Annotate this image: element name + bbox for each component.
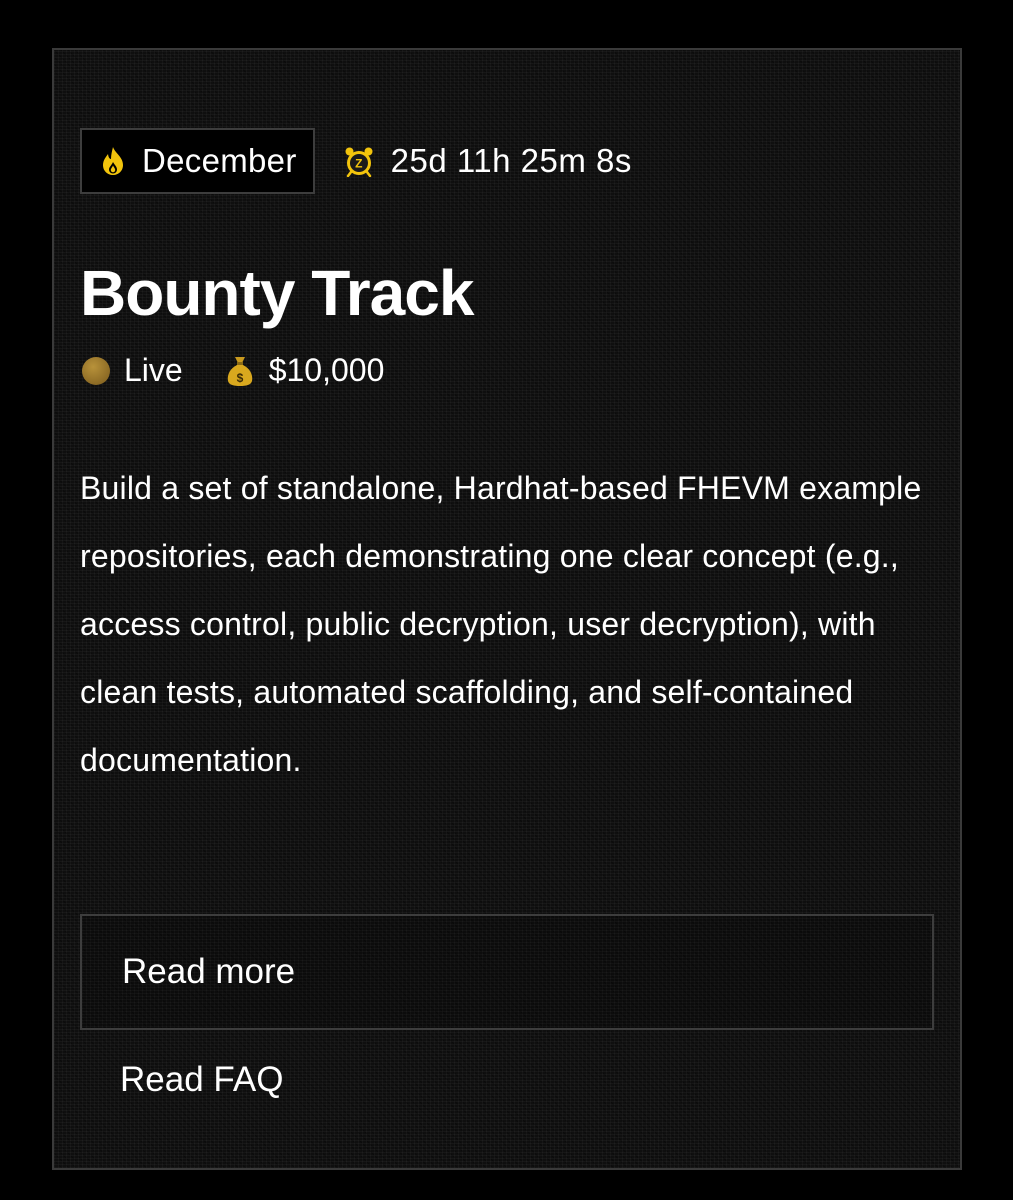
read-faq-label: Read FAQ	[120, 1060, 284, 1099]
status-row: Live $ $10,000	[82, 352, 384, 389]
countdown: Z 25d 11h 25m 8s	[343, 142, 632, 180]
bounty-card: December Z 25d 11h 25m 8s Bounty Track L…	[52, 48, 962, 1170]
read-more-label: Read more	[122, 952, 296, 991]
meta-row: December Z 25d 11h 25m 8s	[80, 128, 632, 194]
status-label: Live	[124, 352, 183, 388]
bounty-title: Bounty Track	[80, 257, 474, 329]
bounty-description: Build a set of standalone, Hardhat-based…	[80, 470, 922, 778]
svg-text:$: $	[236, 371, 243, 385]
flame-icon	[100, 146, 126, 176]
countdown-timer: 25d 11h 25m 8s	[390, 142, 632, 179]
read-faq-link[interactable]: Read FAQ	[120, 1060, 283, 1100]
status-item: Live	[82, 352, 183, 389]
svg-text:Z: Z	[355, 157, 363, 171]
money-bag-icon: $	[225, 355, 255, 387]
status-dot-icon	[82, 356, 110, 385]
alarm-clock-icon: Z	[343, 145, 375, 177]
prize-item: $ $10,000	[225, 352, 385, 389]
month-label: December	[142, 142, 297, 179]
prize-amount: $10,000	[268, 352, 385, 388]
read-more-button[interactable]: Read more	[80, 914, 934, 1030]
month-badge: December	[80, 128, 315, 194]
